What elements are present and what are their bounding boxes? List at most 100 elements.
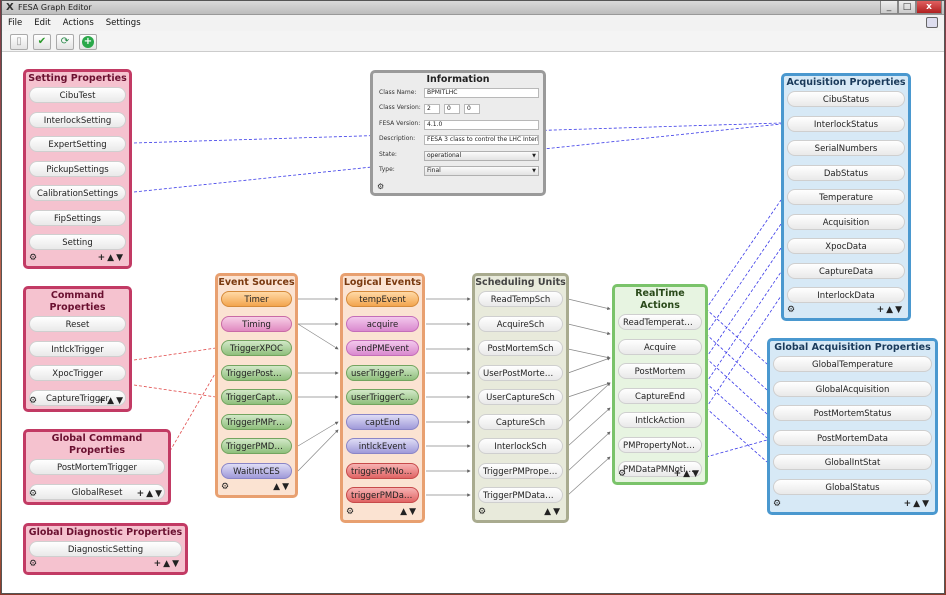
event-source-item[interactable]: TriggerPostM... (221, 364, 292, 381)
property-item[interactable]: FipSettings (29, 209, 126, 226)
logical-event-item[interactable]: userTriggerCap... (346, 389, 419, 405)
realtime-action-item[interactable]: ReadTemperature (618, 314, 702, 330)
realtime-action-item[interactable]: CaptureEnd (618, 387, 702, 404)
logical-event-item[interactable]: triggerPMNotifier (346, 462, 419, 479)
property-item[interactable]: CibuTest (29, 87, 126, 103)
add-move-controls[interactable]: +▲▼ (137, 489, 164, 500)
property-item[interactable]: InterlockData (787, 287, 905, 303)
close-button[interactable]: x (916, 1, 942, 14)
realtime-action-item[interactable]: IntlckAction (618, 412, 702, 428)
gear-icon[interactable]: ⚙ (29, 396, 37, 407)
add-move-controls[interactable]: +▲▼ (877, 305, 904, 316)
class-version-tiny-field[interactable]: 0 (464, 104, 480, 114)
gear-icon[interactable]: ⚙ (377, 182, 384, 191)
page-icon[interactable]: ▯ (10, 34, 28, 50)
logical-event-item[interactable]: triggerPMData... (346, 487, 419, 503)
property-item[interactable]: ExpertSetting (29, 136, 126, 152)
add-move-controls[interactable]: +▲▼ (674, 469, 701, 480)
menu-edit[interactable]: Edit (34, 18, 50, 28)
scheduling-unit-item[interactable]: UserCaptureSch (478, 389, 563, 405)
property-item[interactable]: PickupSettings (29, 160, 126, 177)
event-source-item[interactable]: TriggerXPOC (221, 340, 292, 356)
gear-icon[interactable]: ⚙ (346, 507, 354, 518)
scheduling-unit-item[interactable]: InterlockSch (478, 438, 563, 454)
scheduling-unit-item[interactable]: ReadTempSch (478, 291, 563, 307)
move-controls[interactable]: ▲▼ (273, 482, 291, 493)
class-version-minor-field[interactable]: 0 (444, 104, 460, 114)
property-item[interactable]: DiagnosticSetting (29, 541, 182, 557)
add-icon[interactable]: + (79, 34, 97, 50)
type-select[interactable]: Final ▼ (424, 166, 539, 176)
property-item[interactable]: SerialNumbers (787, 140, 905, 156)
property-item[interactable]: CaptureData (787, 262, 905, 279)
event-source-item[interactable]: TriggerPMDat... (221, 438, 292, 454)
scheduling-unit-item[interactable]: UserPostMortemSch (478, 364, 563, 381)
property-item[interactable]: GlobalIntStat (773, 454, 932, 470)
logical-event-item[interactable]: endPMEvent (346, 340, 419, 356)
logical-event-item[interactable]: acquire (346, 315, 419, 332)
property-item[interactable]: PostMortemStatus (773, 405, 932, 421)
logical-event-item[interactable]: userTriggerPos... (346, 364, 419, 381)
screenshot-icon[interactable] (926, 17, 938, 28)
property-item[interactable]: CibuStatus (787, 91, 905, 107)
move-controls[interactable]: ▲▼ (400, 507, 418, 518)
logical-event-item[interactable]: intlckEvent (346, 438, 419, 454)
property-item[interactable]: GlobalAcquisition (773, 380, 932, 397)
add-move-controls[interactable]: +▲▼ (154, 559, 181, 570)
gear-icon[interactable]: ⚙ (618, 469, 626, 480)
realtime-action-item[interactable]: PostMortem (618, 363, 702, 379)
move-controls[interactable]: ▲▼ (544, 507, 562, 518)
property-item[interactable]: GlobalStatus (773, 478, 932, 495)
class-name-field[interactable]: BPMITLHC (424, 88, 539, 98)
gear-icon[interactable]: ⚙ (221, 482, 229, 493)
fesa-version-field[interactable]: 4.1.0 (424, 120, 539, 130)
add-move-controls[interactable]: +▲▼ (98, 396, 125, 407)
event-source-item[interactable]: Timing (221, 315, 292, 332)
refresh-icon[interactable]: ⟳ (56, 34, 74, 50)
property-item[interactable]: PostMortemData (773, 429, 932, 446)
scheduling-unit-item[interactable]: PostMortemSch (478, 340, 563, 356)
realtime-action-item[interactable]: Acquire (618, 338, 702, 355)
property-item[interactable]: GlobalTemperature (773, 356, 932, 372)
property-item[interactable]: InterlockStatus (787, 115, 905, 132)
logical-event-item[interactable]: tempEvent (346, 291, 419, 307)
logical-event-item[interactable]: captEnd (346, 413, 419, 430)
gear-icon[interactable]: ⚙ (478, 507, 486, 518)
property-item[interactable]: Temperature (787, 189, 905, 205)
maximize-button[interactable]: □ (898, 1, 916, 14)
realtime-action-item[interactable]: PMPropertyNotifie... (618, 436, 702, 453)
property-item[interactable]: IntlckTrigger (29, 340, 126, 357)
state-select[interactable]: operational ▼ (424, 151, 539, 161)
gear-icon[interactable]: ⚙ (29, 559, 37, 570)
scheduling-unit-item[interactable]: CaptureSch (478, 413, 563, 430)
scheduling-unit-item[interactable]: TriggerPMPropert... (478, 462, 563, 479)
property-item[interactable]: CalibrationSettings (29, 185, 126, 201)
gear-icon[interactable]: ⚙ (773, 499, 781, 510)
property-item[interactable]: InterlockSetting (29, 111, 126, 128)
property-item[interactable]: XpocData (787, 238, 905, 254)
gear-icon[interactable]: ⚙ (29, 489, 37, 500)
menu-actions[interactable]: Actions (63, 18, 94, 28)
event-source-item[interactable]: WaitIntCES (221, 462, 292, 479)
property-item[interactable]: DabStatus (787, 164, 905, 181)
property-item[interactable]: Acquisition (787, 213, 905, 230)
scheduling-unit-item[interactable]: AcquireSch (478, 315, 563, 332)
add-move-controls[interactable]: +▲▼ (98, 253, 125, 264)
gear-icon[interactable]: ⚙ (787, 305, 795, 316)
menu-file[interactable]: File (8, 18, 22, 28)
add-move-controls[interactable]: +▲▼ (904, 499, 931, 510)
property-item[interactable]: XpocTrigger (29, 365, 126, 381)
menu-settings[interactable]: Settings (106, 18, 141, 28)
event-source-item[interactable]: TriggerPMPro... (221, 413, 292, 430)
property-item[interactable]: PostMortemTrigger (29, 459, 165, 475)
description-field[interactable]: FESA 3 class to control the LHC Interloc (424, 135, 539, 145)
event-source-item[interactable]: TriggerCapture (221, 389, 292, 405)
class-version-major-field[interactable]: 2 (424, 104, 440, 114)
minimize-button[interactable]: _ (880, 1, 898, 14)
event-source-item[interactable]: Timer (221, 291, 292, 307)
gear-icon[interactable]: ⚙ (29, 253, 37, 264)
scheduling-unit-item[interactable]: TriggerPMDataPM... (478, 487, 563, 503)
property-item[interactable]: Setting (29, 234, 126, 250)
property-item[interactable]: Reset (29, 316, 126, 332)
check-icon[interactable]: ✔ (33, 34, 51, 50)
